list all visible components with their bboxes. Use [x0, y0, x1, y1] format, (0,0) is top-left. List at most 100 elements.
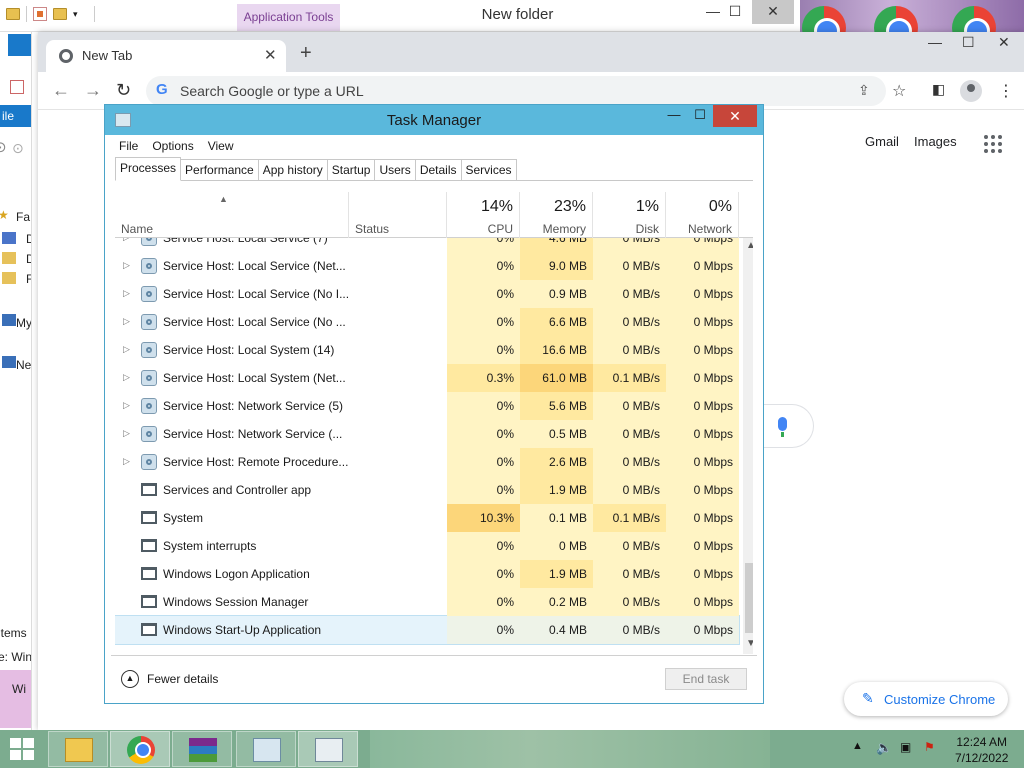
gmail-link[interactable]: Gmail: [865, 134, 899, 149]
column-status[interactable]: Status: [349, 192, 447, 238]
taskbar-remote-desktop[interactable]: [236, 731, 296, 767]
taskbar-file-explorer[interactable]: [48, 731, 108, 767]
microphone-icon[interactable]: [778, 417, 787, 437]
table-row[interactable]: System interrupts 0% 0 MB 0 MB/s 0 Mbps: [115, 532, 739, 560]
process-disk-cell: 0 MB/s: [593, 280, 666, 308]
tab-new-tab[interactable]: New Tab ✕: [46, 40, 286, 72]
column-disk[interactable]: 1% Disk: [593, 192, 666, 238]
favorites-label[interactable]: Fa: [16, 210, 30, 224]
expand-chevron-icon[interactable]: ▷: [123, 288, 130, 299]
expand-chevron-icon[interactable]: ▷: [123, 344, 130, 355]
forward-icon[interactable]: ⊙: [12, 140, 24, 157]
expand-chevron-icon[interactable]: ▷: [123, 428, 130, 439]
forward-arrow-icon[interactable]: →: [84, 80, 102, 101]
tab-app-history[interactable]: App history: [258, 159, 328, 181]
table-row[interactable]: Services and Controller app 0% 1.9 MB 0 MB/…: [115, 476, 739, 504]
table-row[interactable]: Windows Session Manager 0% 0.2 MB 0 MB/s 0 M…: [115, 588, 739, 616]
close-button[interactable]: ✕: [713, 105, 757, 127]
expand-chevron-icon[interactable]: ▷: [123, 316, 130, 327]
expand-chevron-icon[interactable]: ▷: [123, 260, 130, 271]
clock[interactable]: 12:24 AM 7/12/2022: [955, 734, 1008, 766]
menu-options[interactable]: Options: [144, 135, 199, 157]
desktop-label[interactable]: D: [26, 232, 31, 246]
maximize-button[interactable]: ☐: [685, 107, 715, 127]
minimize-button[interactable]: —: [928, 34, 942, 50]
tab-services[interactable]: Services: [461, 159, 517, 181]
column-cpu[interactable]: 14% CPU: [447, 192, 520, 238]
collapse-circle-icon[interactable]: ▲: [121, 670, 139, 688]
network-icon[interactable]: ▣: [900, 740, 911, 754]
tab-startup[interactable]: Startup: [327, 159, 376, 181]
file-tab[interactable]: ile: [0, 105, 31, 127]
my-computer-label[interactable]: My: [16, 316, 31, 330]
expand-chevron-icon[interactable]: ▷: [123, 238, 130, 243]
scrollbar-thumb[interactable]: [745, 563, 753, 633]
chrome-menu-icon[interactable]: ⋮: [998, 81, 1014, 101]
table-row[interactable]: ▷ Service Host: Network Service (... 0% 0.5…: [115, 420, 739, 448]
show-hidden-icons-caret[interactable]: ▲: [852, 740, 863, 752]
table-row[interactable]: ▷ Service Host: Local Service (7) 0%4.6 MB…: [115, 238, 739, 252]
back-arrow-icon[interactable]: ←: [52, 80, 70, 101]
column-network[interactable]: 0% Network: [666, 192, 739, 238]
process-mem-cell: 0 MB: [520, 532, 593, 560]
table-row[interactable]: ▷ Service Host: Local System (Net... 0.3% 6…: [115, 364, 739, 392]
back-icon[interactable]: ⊙: [0, 138, 7, 156]
images-link[interactable]: Images: [914, 134, 957, 149]
network-label[interactable]: Ne: [16, 358, 31, 372]
table-row[interactable]: ▷ Service Host: Network Service (5) 0% 5.6 …: [115, 392, 739, 420]
properties-icon[interactable]: [10, 80, 24, 94]
taskbar-winrar[interactable]: [172, 731, 232, 767]
downloads-label[interactable]: D: [26, 252, 31, 266]
taskbar-chrome[interactable]: [110, 731, 170, 767]
google-apps-icon[interactable]: [984, 135, 1002, 153]
table-row[interactable]: Windows Start-Up Application 0% 0.4 MB 0 MB…: [115, 615, 740, 645]
customize-chrome-button[interactable]: ✎ Customize Chrome: [844, 682, 1008, 716]
scroll-down-icon[interactable]: ▼: [746, 638, 753, 649]
menu-view[interactable]: View: [200, 135, 240, 157]
side-panel-icon[interactable]: ◧: [932, 81, 945, 98]
maximize-button[interactable]: ☐: [718, 0, 752, 24]
tab-processes[interactable]: Processes: [115, 157, 182, 181]
expand-chevron-icon[interactable]: ▷: [123, 456, 130, 467]
new-tab-plus-icon[interactable]: +: [300, 42, 312, 65]
table-row[interactable]: ▷ Service Host: Local Service (No ... 0% 6.…: [115, 308, 739, 336]
fewer-details-link[interactable]: Fewer details: [147, 672, 218, 686]
maximize-button[interactable]: ☐: [962, 34, 975, 51]
action-center-flag-icon[interactable]: ⚑: [924, 740, 935, 754]
speaker-muted-icon[interactable]: 🔈: [876, 740, 892, 756]
service-gear-icon: [141, 454, 157, 470]
expand-chevron-icon[interactable]: ▷: [123, 372, 130, 383]
table-row[interactable]: ▷ Service Host: Local Service (Net... 0% 9.…: [115, 252, 739, 280]
column-name[interactable]: ▲ Name: [115, 192, 349, 238]
tab-users[interactable]: Users: [375, 159, 416, 181]
clock-date: 7/12/2022: [955, 751, 1009, 765]
table-row[interactable]: Windows Logon Application 0% 1.9 MB 0 MB/s 0…: [115, 560, 739, 588]
close-tab-icon[interactable]: ✕: [264, 46, 277, 64]
profile-avatar-icon[interactable]: [960, 80, 982, 102]
recent-label[interactable]: F: [26, 272, 31, 286]
vertical-scrollbar[interactable]: ▲ ▼: [743, 238, 753, 654]
table-row[interactable]: ▷ Service Host: Remote Procedure... 0% 2.6 …: [115, 448, 739, 476]
table-row[interactable]: ▷ Service Host: Local System (14) 0% 16.6 M…: [115, 336, 739, 364]
close-button[interactable]: ✕: [998, 34, 1010, 51]
process-mem-cell: 0.2 MB: [520, 588, 593, 616]
omnibox[interactable]: G Search Google or type a URL ⇪ ☆: [146, 76, 906, 106]
column-memory[interactable]: 23% Memory: [520, 192, 593, 238]
process-disk-cell: 0 MB/s: [593, 392, 666, 420]
menu-file[interactable]: File: [111, 135, 144, 157]
scroll-up-icon[interactable]: ▲: [746, 240, 753, 251]
taskbar-task-manager[interactable]: [298, 731, 358, 767]
tab-performance[interactable]: Performance: [181, 159, 259, 181]
table-row[interactable]: ▷ Service Host: Local Service (No I... 0% 0…: [115, 280, 739, 308]
end-task-button[interactable]: End task: [665, 668, 747, 690]
start-button-windows-icon[interactable]: [10, 738, 34, 760]
close-button[interactable]: ✕: [752, 0, 794, 24]
table-row[interactable]: System 10.3% 0.1 MB 0.1 MB/s 0 Mbps: [115, 504, 739, 532]
bookmark-star-icon[interactable]: ☆: [892, 81, 906, 101]
process-net-cell: 0 Mbps: [666, 616, 739, 644]
tab-details[interactable]: Details: [415, 159, 462, 181]
expand-chevron-icon[interactable]: ▷: [123, 400, 130, 411]
reload-icon[interactable]: ↻: [116, 80, 131, 101]
share-icon[interactable]: ⇪: [858, 82, 870, 99]
ribbon-blue-button[interactable]: [8, 34, 31, 56]
